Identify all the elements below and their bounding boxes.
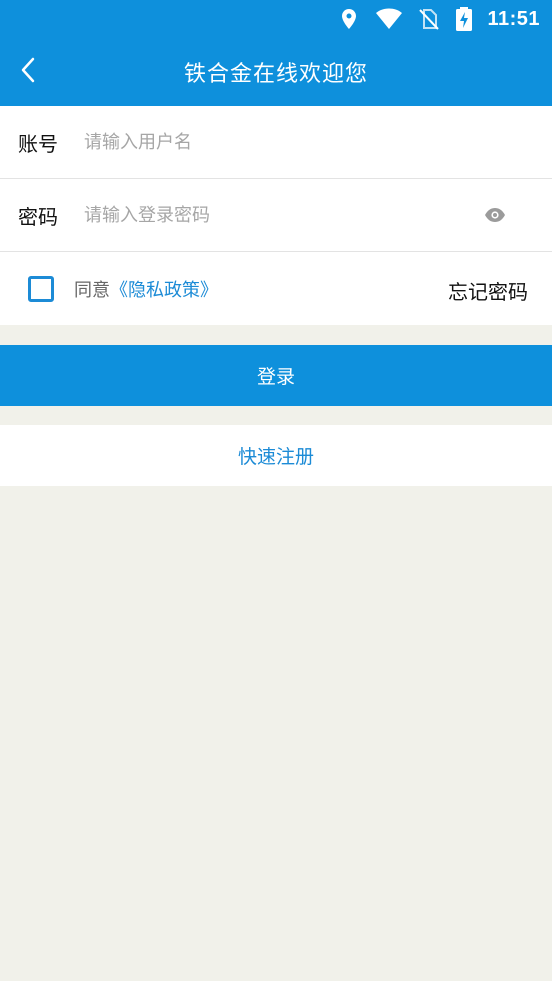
- status-icons: 11:51: [337, 6, 540, 32]
- register-button[interactable]: 快速注册: [0, 425, 552, 486]
- account-input[interactable]: [84, 122, 552, 162]
- account-row: 账号: [0, 106, 552, 179]
- forgot-password-link[interactable]: 忘记密码: [448, 276, 528, 305]
- no-sim-icon: [417, 7, 441, 31]
- login-form: 账号 密码 同意 《隐私政策》 忘记密码: [0, 106, 552, 325]
- agree-checkbox[interactable]: [28, 275, 54, 302]
- login-button[interactable]: 登录: [0, 345, 552, 406]
- title-bar: 铁合金在线欢迎您: [0, 38, 552, 106]
- status-bar: 11:51: [0, 0, 552, 38]
- battery-charging-icon: [455, 7, 473, 31]
- password-row: 密码: [0, 179, 552, 252]
- privacy-policy-link[interactable]: 《隐私政策》: [110, 276, 218, 302]
- agree-row: 同意 《隐私政策》 忘记密码: [0, 252, 552, 325]
- agree-prefix: 同意: [74, 279, 110, 301]
- password-input[interactable]: [84, 195, 552, 235]
- app-header: 11:51 铁合金在线欢迎您: [0, 0, 552, 106]
- login-screen: 11:51 铁合金在线欢迎您 账号 密码: [0, 0, 552, 981]
- page-title: 铁合金在线欢迎您: [183, 62, 368, 87]
- wifi-icon: [375, 7, 403, 31]
- account-label: 账号: [18, 131, 58, 156]
- status-time: 11:51: [487, 7, 540, 30]
- eye-icon[interactable]: [484, 205, 506, 225]
- location-icon: [337, 7, 361, 31]
- password-label: 密码: [18, 204, 58, 229]
